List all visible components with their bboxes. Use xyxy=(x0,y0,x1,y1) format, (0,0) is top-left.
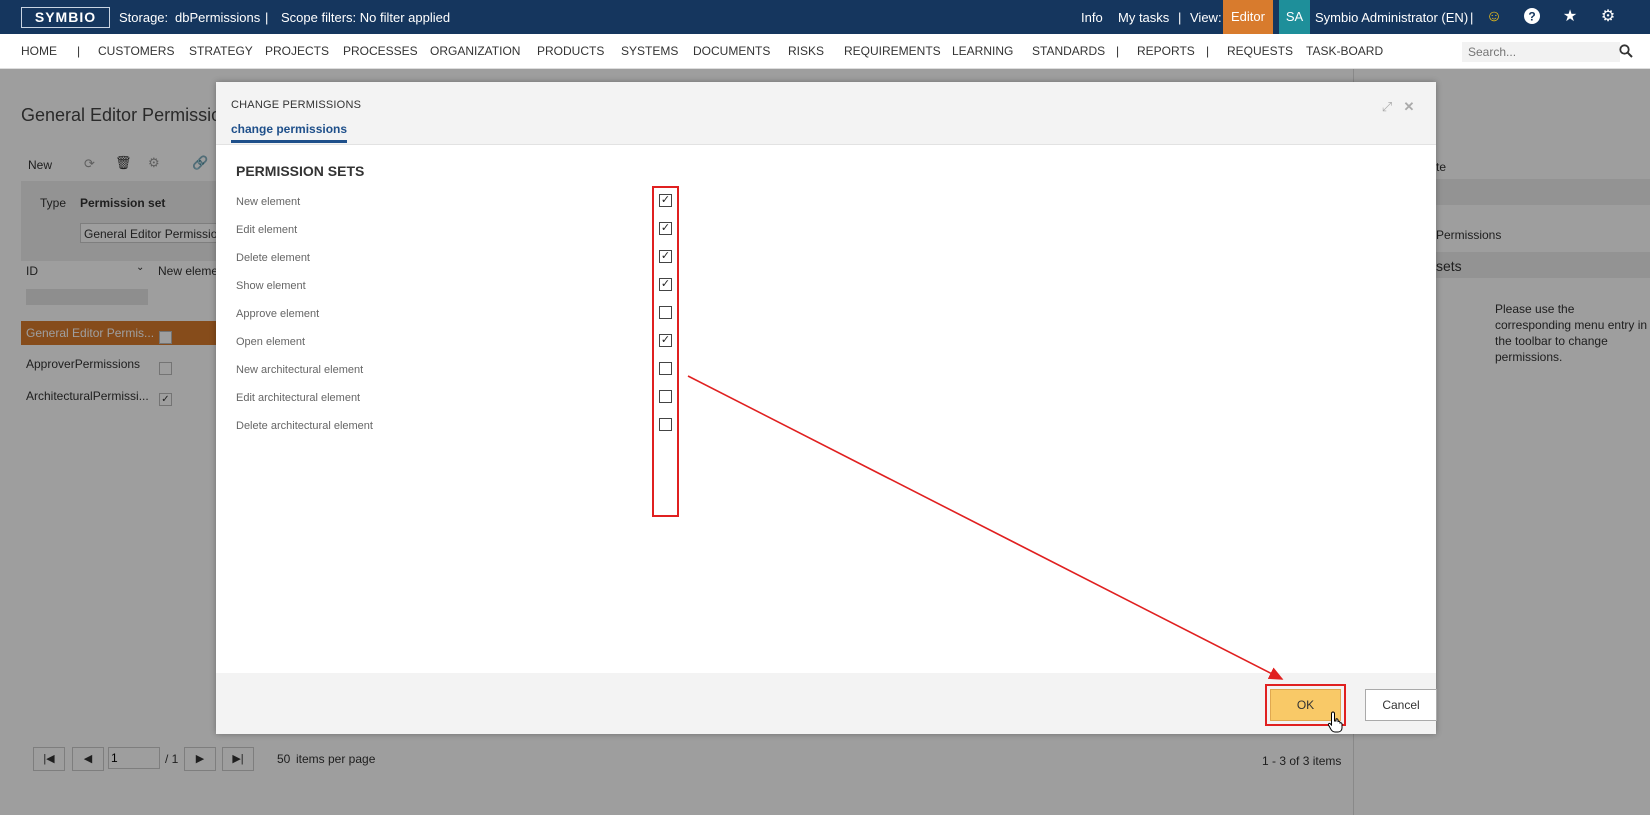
storage-label: Storage: xyxy=(119,10,169,25)
nav-separator: | xyxy=(1206,44,1210,58)
nav-item-home[interactable]: HOME xyxy=(21,44,57,58)
separator: | xyxy=(265,10,269,25)
permission-checkbox[interactable] xyxy=(659,306,672,319)
permission-checkbox[interactable]: ✓ xyxy=(659,278,672,291)
nav-item-reports[interactable]: REPORTS xyxy=(1137,44,1195,58)
permission-label: New architectural element xyxy=(236,364,364,376)
smiley-icon[interactable]: ☺ xyxy=(1485,8,1503,26)
nav-item-learning[interactable]: LEARNING xyxy=(952,44,1013,58)
permission-label: Approve element xyxy=(236,308,320,320)
separator: | xyxy=(1470,10,1474,25)
nav-item-requirements[interactable]: REQUIREMENTS xyxy=(844,44,941,58)
svg-text:?: ? xyxy=(1528,10,1535,24)
star-icon[interactable]: ★ xyxy=(1561,8,1579,26)
permission-checkbox[interactable]: ✓ xyxy=(659,194,672,207)
permission-label: Open element xyxy=(236,336,306,348)
permission-label: Show element xyxy=(236,280,306,292)
main-nav: HOME | CUSTOMERS STRATEGY PROJECTS PROCE… xyxy=(0,34,1650,69)
top-bar: SYMBIO Storage: dbPermissions | Scope fi… xyxy=(0,0,1650,34)
cursor-hand-icon xyxy=(1327,711,1345,733)
avatar[interactable]: SA xyxy=(1279,0,1310,34)
help-icon[interactable]: ? xyxy=(1523,8,1541,26)
nav-separator: | xyxy=(77,44,81,58)
dialog-header: CHANGE PERMISSIONS change permissions ⤢ … xyxy=(216,82,1436,145)
nav-item-requests[interactable]: REQUESTS xyxy=(1227,44,1293,58)
nav-separator: | xyxy=(1116,44,1120,58)
nav-item-processes[interactable]: PROCESSES xyxy=(343,44,418,58)
permission-label: Edit architectural element xyxy=(236,392,361,404)
maximize-icon[interactable]: ⤢ xyxy=(1381,100,1393,113)
nav-item-customers[interactable]: CUSTOMERS xyxy=(98,44,174,58)
gear-icon[interactable]: ⚙ xyxy=(1599,8,1617,26)
annotation-arrow xyxy=(687,375,1284,680)
nav-item-standards[interactable]: STANDARDS xyxy=(1032,44,1105,58)
permission-label: Delete architectural element xyxy=(236,420,373,432)
nav-item-organization[interactable]: ORGANIZATION xyxy=(430,44,520,58)
dialog-footer xyxy=(216,673,1436,734)
storage-value[interactable]: dbPermissions xyxy=(175,10,260,25)
permission-checkbox[interactable]: ✓ xyxy=(659,222,672,235)
search-icon[interactable] xyxy=(1619,44,1633,58)
dialog-title: CHANGE PERMISSIONS xyxy=(231,99,362,111)
nav-item-risks[interactable]: RISKS xyxy=(788,44,824,58)
permission-label: New element xyxy=(236,196,301,208)
permission-checkbox[interactable]: ✓ xyxy=(659,250,672,263)
user-name[interactable]: Symbio Administrator (EN) xyxy=(1315,10,1468,25)
permission-checkbox[interactable] xyxy=(659,418,672,431)
permission-label: Delete element xyxy=(236,252,310,264)
permission-checkbox[interactable] xyxy=(659,390,672,403)
permission-checkbox[interactable]: ✓ xyxy=(659,334,672,347)
search-input[interactable] xyxy=(1462,42,1620,62)
my-tasks-link[interactable]: My tasks xyxy=(1118,10,1169,25)
nav-item-products[interactable]: PRODUCTS xyxy=(537,44,604,58)
tab-change-permissions[interactable]: change permissions xyxy=(231,122,348,143)
separator: | xyxy=(1178,10,1182,25)
view-editor-badge[interactable]: Editor xyxy=(1223,0,1273,34)
info-link[interactable]: Info xyxy=(1081,10,1103,25)
close-icon[interactable]: ✕ xyxy=(1403,100,1415,113)
section-title: PERMISSION SETS xyxy=(236,163,365,179)
permission-checkbox[interactable] xyxy=(659,362,672,375)
nav-item-task-board[interactable]: TASK-BOARD xyxy=(1306,44,1383,58)
cancel-button[interactable]: Cancel xyxy=(1365,689,1437,721)
scope-filters[interactable]: Scope filters: No filter applied xyxy=(281,10,450,25)
permission-label: Edit element xyxy=(236,224,298,236)
change-permissions-dialog: CHANGE PERMISSIONS change permissions ⤢ … xyxy=(216,82,1437,734)
view-label: View: xyxy=(1190,10,1222,25)
symbio-logo[interactable]: SYMBIO xyxy=(21,7,110,28)
nav-item-systems[interactable]: SYSTEMS xyxy=(621,44,678,58)
checkbox-highlight-frame xyxy=(652,186,679,517)
nav-item-strategy[interactable]: STRATEGY xyxy=(189,44,253,58)
nav-item-projects[interactable]: PROJECTS xyxy=(265,44,329,58)
nav-item-documents[interactable]: DOCUMENTS xyxy=(693,44,770,58)
